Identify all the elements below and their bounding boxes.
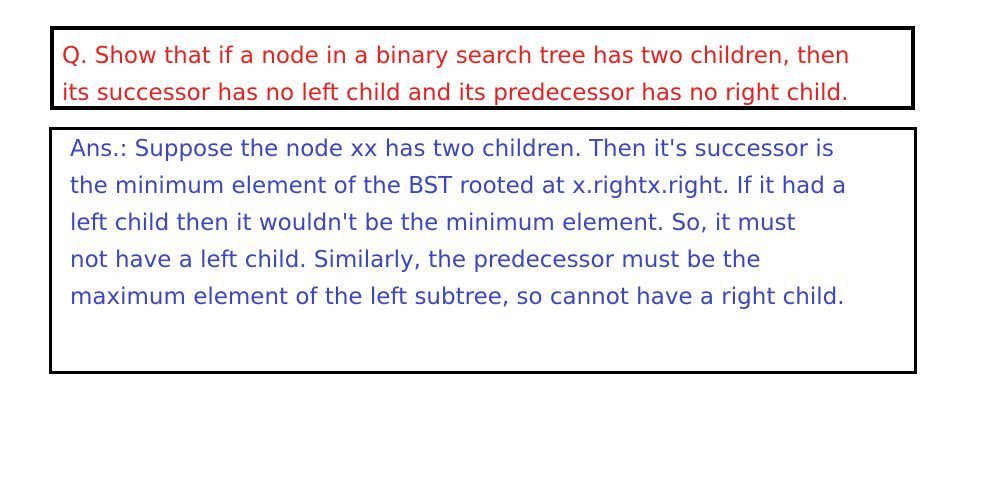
question-text: Q. Show that if a node in a binary searc… [62, 43, 850, 106]
question-box: Q. Show that if a node in a binary searc… [50, 26, 915, 110]
answer-box: Ans.: Suppose the node xx has two childr… [49, 127, 917, 374]
answer-text: Ans.: Suppose the node xx has two childr… [70, 136, 847, 310]
